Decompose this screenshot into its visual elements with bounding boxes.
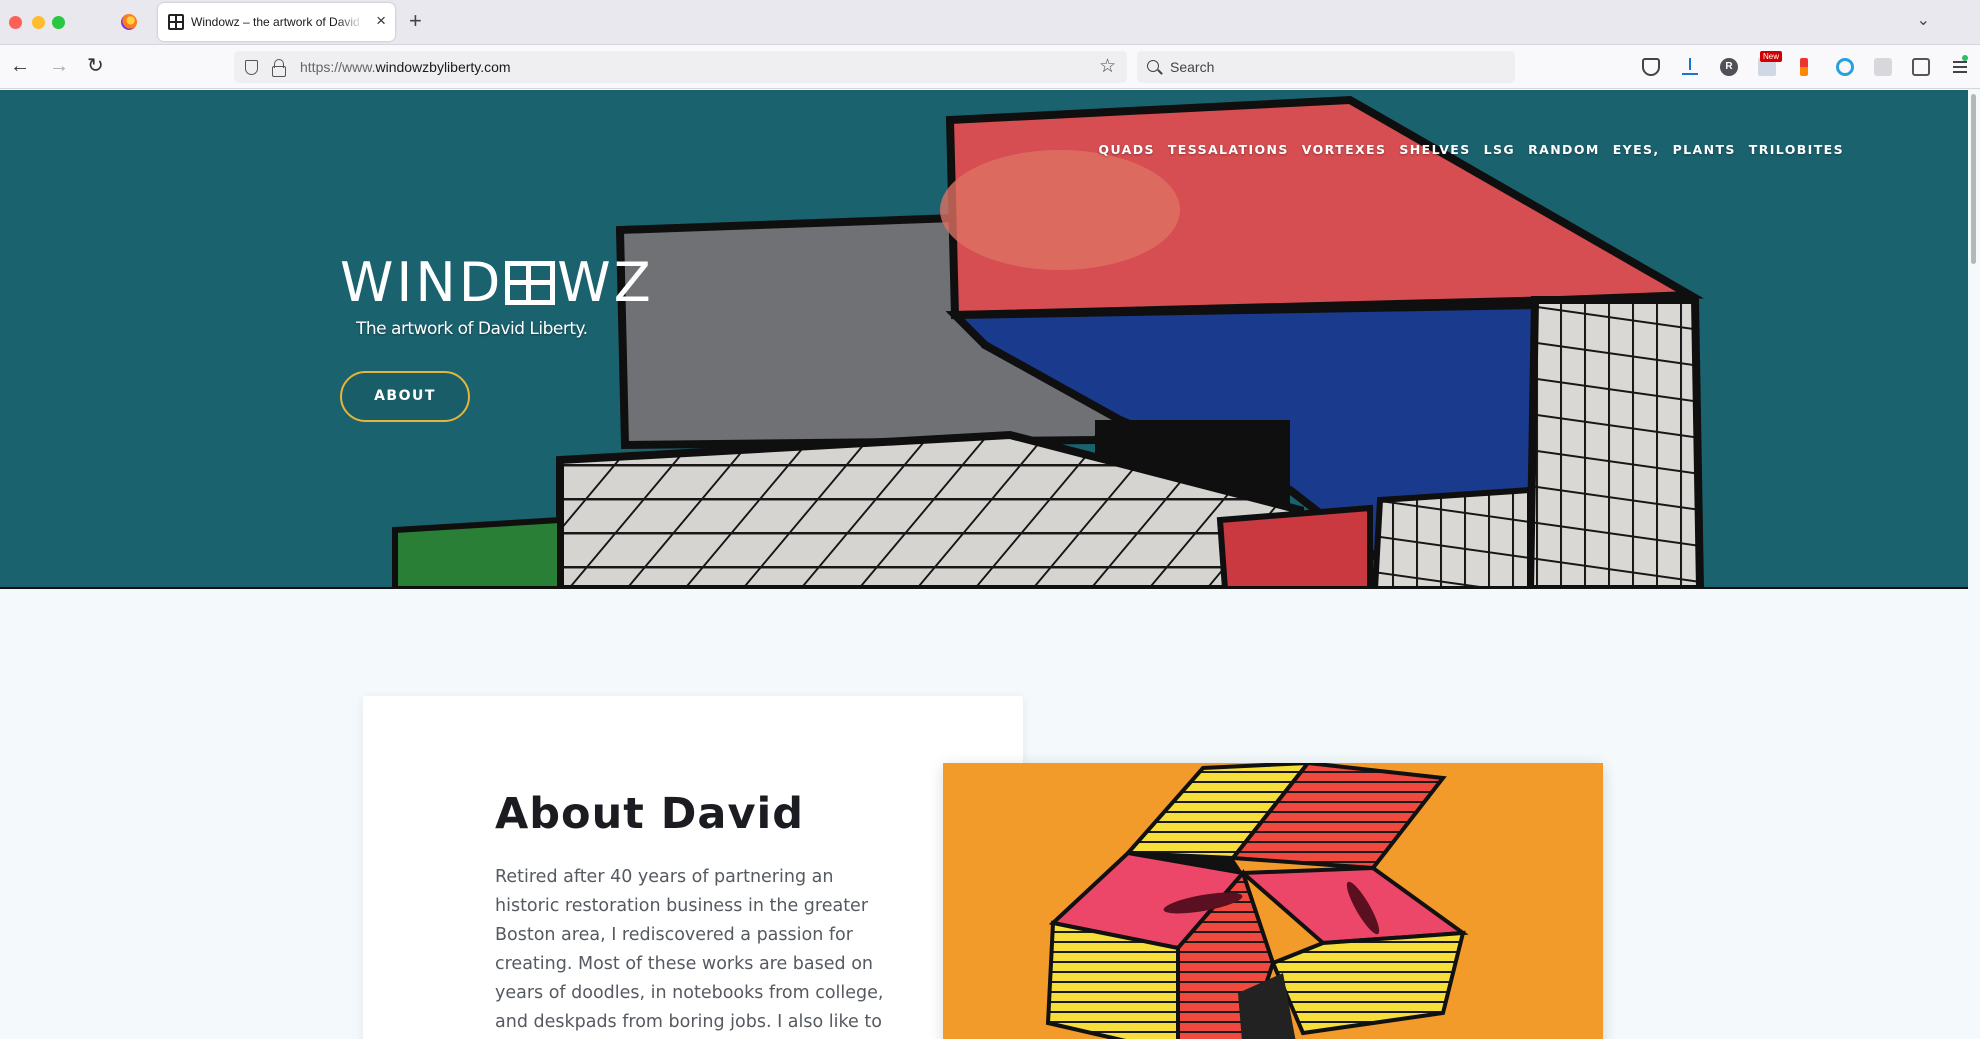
search-placeholder: Search: [1170, 59, 1215, 75]
new-tab-button[interactable]: +: [409, 9, 422, 33]
new-badge: New: [1760, 51, 1783, 62]
main-navigation: QUADS TESSALATIONS VORTEXES SHELVES LSG …: [1098, 142, 1844, 157]
download-icon[interactable]: [1681, 58, 1699, 76]
reload-button[interactable]: ↻: [87, 54, 104, 78]
extension-grey-icon[interactable]: [1874, 58, 1892, 76]
about-card: About David Retired after 40 years of pa…: [363, 696, 1023, 1039]
window-maximize-button[interactable]: [52, 16, 65, 29]
extension-ie-icon[interactable]: [1836, 58, 1854, 76]
search-icon: [1147, 60, 1159, 72]
nav-trilobites[interactable]: TRILOBITES: [1749, 142, 1844, 157]
tab-title: Windowz – the artwork of David Liberty: [191, 15, 363, 29]
nav-vortexes[interactable]: VORTEXES: [1302, 142, 1387, 157]
tab-bar: Windowz – the artwork of David Liberty ×…: [0, 0, 1980, 45]
pocket-icon[interactable]: [1642, 58, 1660, 76]
firefox-icon[interactable]: [121, 14, 137, 30]
hero-banner: QUADS TESSALATIONS VORTEXES SHELVES LSG …: [0, 90, 1968, 589]
profile-avatar-icon[interactable]: R: [1720, 58, 1738, 76]
window-favicon-icon: [168, 14, 184, 30]
logo-window-icon: [505, 261, 556, 305]
featured-artwork-drawing: [943, 763, 1603, 1039]
browser-tab[interactable]: Windowz – the artwork of David Liberty ×: [158, 3, 395, 41]
forward-button[interactable]: →: [49, 54, 69, 78]
bookmark-star-icon[interactable]: ☆: [1099, 55, 1116, 78]
scrollbar-thumb[interactable]: [1971, 94, 1976, 264]
site-tagline: The artwork of David Liberty.: [356, 319, 588, 339]
page-viewport: QUADS TESSALATIONS VORTEXES SHELVES LSG …: [0, 90, 1968, 1039]
lock-icon[interactable]: [272, 59, 286, 77]
logo-text-left: WIND: [340, 251, 504, 314]
nav-tessalations[interactable]: TESSALATIONS: [1168, 142, 1289, 157]
logo-text-right: WZ: [557, 251, 654, 314]
about-button[interactable]: ABOUT: [340, 371, 470, 422]
window-close-button[interactable]: [9, 16, 22, 29]
nav-quads[interactable]: QUADS: [1098, 142, 1154, 157]
address-bar[interactable]: https://www.windowzbyliberty.com ☆: [234, 51, 1127, 83]
about-body: Retired after 40 years of partnering an …: [495, 863, 895, 1039]
url-text[interactable]: https://www.windowzbyliberty.com: [300, 59, 511, 75]
nav-lsg[interactable]: LSG: [1484, 142, 1515, 157]
window-minimize-button[interactable]: [32, 16, 45, 29]
nav-eyes[interactable]: EYES,: [1613, 142, 1660, 157]
featured-artwork-image[interactable]: [943, 763, 1603, 1039]
url-domain: windowzbyliberty.com: [375, 59, 511, 75]
page-scrollbar[interactable]: [1968, 90, 1980, 1039]
update-dot-icon: [1962, 55, 1968, 61]
tracking-protection-shield-icon[interactable]: [245, 60, 258, 75]
nav-shelves[interactable]: SHELVES: [1399, 142, 1470, 157]
nav-random[interactable]: RANDOM: [1528, 142, 1600, 157]
extension-red-icon[interactable]: [1800, 58, 1808, 76]
nav-plants[interactable]: PLANTS: [1673, 142, 1736, 157]
site-logo[interactable]: WIND WZ: [340, 253, 654, 313]
search-bar[interactable]: Search: [1137, 51, 1515, 83]
url-prefix: https://www.: [300, 59, 376, 75]
hero-artwork-image: [0, 90, 1968, 587]
back-button[interactable]: ←: [10, 54, 30, 78]
close-tab-icon[interactable]: ×: [376, 11, 386, 31]
hamburger-menu-icon[interactable]: [1952, 58, 1970, 76]
about-heading: About David: [495, 789, 804, 839]
tab-list-chevron-icon[interactable]: ⌄: [1917, 10, 1930, 30]
extensions-puzzle-icon[interactable]: [1912, 58, 1930, 76]
navigation-toolbar: ← → ↻ https://www.windowzbyliberty.com ☆…: [0, 45, 1980, 89]
about-paragraph: Retired after 40 years of partnering an …: [495, 867, 884, 1032]
